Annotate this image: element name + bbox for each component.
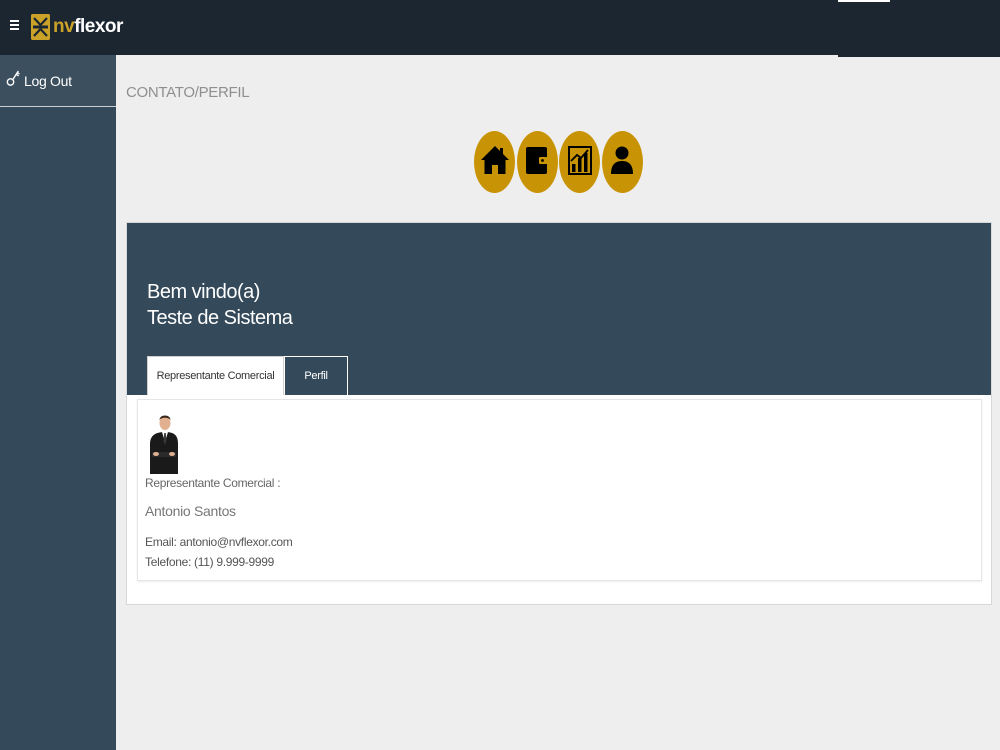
representative-card: Representante Comercial : Antonio Santos… [137, 399, 982, 581]
sidebar: Log Out [0, 55, 116, 750]
hamburger-icon[interactable] [10, 20, 20, 32]
representative-label: Representante Comercial : [145, 476, 281, 490]
quick-nav-profile[interactable] [601, 131, 643, 193]
profile-panel: Bem vindo(a) Teste de Sistema Representa… [126, 222, 992, 605]
app-logo[interactable]: nvflexor [31, 13, 123, 41]
representative-email: Email: antonio@nvflexor.com [145, 535, 293, 549]
logo-text-flexor: flexor [74, 16, 123, 37]
tab-label: Representante Comercial [156, 370, 275, 382]
breadcrumb: CONTATO/PERFIL [126, 84, 250, 101]
top-bar-right-area [838, 0, 1000, 57]
tab-representante-comercial[interactable]: Representante Comercial [147, 356, 284, 395]
logout-label: Log Out [24, 72, 72, 89]
quick-nav-wallet[interactable] [516, 131, 558, 193]
user-name-text: Teste de Sistema [147, 307, 293, 329]
tab-perfil[interactable]: Perfil [284, 356, 348, 395]
quick-nav [474, 131, 644, 193]
key-icon [6, 69, 20, 92]
tab-label: Perfil [304, 370, 328, 382]
user-icon [610, 144, 634, 181]
logo-mark-icon [31, 14, 50, 40]
welcome-text: Bem vindo(a) [147, 281, 260, 303]
home-icon [480, 143, 510, 182]
representative-name: Antonio Santos [145, 503, 236, 519]
logo-text-nv: nv [53, 16, 75, 37]
quick-nav-home[interactable] [474, 131, 515, 193]
quick-nav-reports[interactable] [559, 131, 600, 193]
chart-icon [567, 144, 592, 181]
wallet-icon [525, 144, 549, 181]
top-bar-indicator [838, 0, 890, 2]
logout-button[interactable]: Log Out [0, 55, 116, 107]
avatar [148, 412, 180, 474]
representative-phone: Telefone: (11) 9.999-9999 [145, 555, 275, 569]
logo-text: nvflexor [53, 16, 123, 38]
